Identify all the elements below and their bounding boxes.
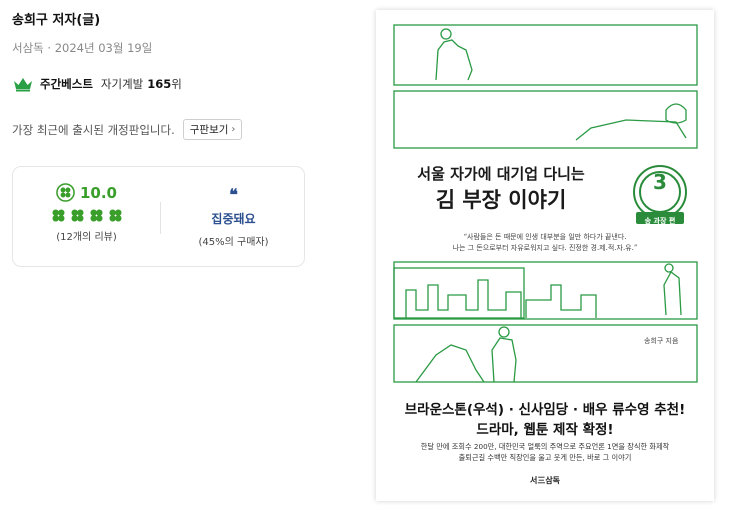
publication-info: 서삼독 · 2024년 03월 19일 (12, 41, 153, 55)
quote-icon: ❝ (229, 185, 238, 204)
buyer-ratio: (45%의 구매자) (198, 237, 269, 248)
cover-headline2: 드라마, 웹툰 제작 확정! (476, 422, 614, 438)
bestseller-rank: 165 (147, 77, 172, 91)
cover-headline1: 브라운스톤(우석) · 신사임당 · 배우 류수영 추천! (404, 402, 686, 418)
keyword-section[interactable]: ❝ 집중돼요 (45%의 구매자) (161, 185, 306, 249)
cover-byline: 송희구 지음 (644, 337, 679, 345)
bestseller-rank-unit: 위 (171, 77, 182, 91)
clover-icon (52, 209, 64, 222)
clover-icon (90, 209, 102, 222)
weekly-best-badge[interactable]: 주간베스트 자기계발 165 위 (12, 76, 182, 92)
clover-icon (109, 209, 121, 222)
author-name[interactable]: 송희구 저자(글) (12, 9, 100, 28)
cover-description-line1: 한달 만에 조회수 200만, 대한민국 얼룩의 주역으로 주요언론 1면을 장… (420, 442, 670, 451)
old-edition-button[interactable]: 구판보기 › (182, 119, 243, 140)
rating-score: 10.0 (79, 183, 117, 202)
publisher-mark: 서三삼독 (529, 476, 561, 485)
cover-blurb-line2: 나는 그 돈으로부터 자유로워지고 싶다. 진정한 경.제.적.자.유.” (452, 244, 638, 252)
crown-icon (14, 78, 32, 92)
rating-section[interactable]: 10.0 (12개의 리뷰) (13, 183, 160, 243)
review-count: (12개의 리뷰) (56, 232, 117, 243)
cover-title-line2: 김 부장 이야기 (435, 188, 567, 212)
cover-blurb-line1: “사람들은 돈 때문에 인생 대부분을 일만 하다가 끝낸다. (463, 233, 627, 241)
rating-summary-card: 10.0 (12개의 리뷰) ❝ 집중돼요 (45%의 구매자) (12, 166, 305, 267)
old-edition-label: 구판보기 (189, 124, 229, 136)
clover-rating (13, 208, 160, 223)
clover-badge-icon (56, 183, 75, 202)
chevron-right-icon: › (231, 124, 236, 135)
volume-number: 3 (653, 170, 667, 194)
bestseller-category: 자기계발 (100, 77, 144, 91)
clover-icon (71, 209, 83, 222)
book-cover[interactable]: 서울 자가에 대기업 다니는 김 부장 이야기 3 송 과장 편 “사람들은 돈… (376, 10, 714, 501)
keyword-tag: 집중돼요 (211, 212, 256, 226)
volume-label: 송 과장 편 (644, 217, 676, 225)
revision-notice: 가장 최근에 출시된 개정판입니다. 구판보기 › (12, 119, 243, 140)
cover-blurb: “사람들은 돈 때문에 인생 대부분을 일만 하다가 끝낸다. 나는 그 돈으로… (376, 232, 714, 254)
weekly-best-label: 주간베스트 (40, 77, 93, 91)
cover-description-line2: 출퇴근길 수백만 직장인을 울고 웃게 만든, 바로 그 이야기 (458, 453, 632, 462)
revision-text: 가장 최근에 출시된 개정판입니다. (12, 122, 175, 137)
cover-description: 한달 만에 조회수 200만, 대한민국 얼룩의 주역으로 주요언론 1면을 장… (376, 441, 714, 463)
cover-title-line1: 서울 자가에 대기업 다니는 (417, 165, 585, 183)
